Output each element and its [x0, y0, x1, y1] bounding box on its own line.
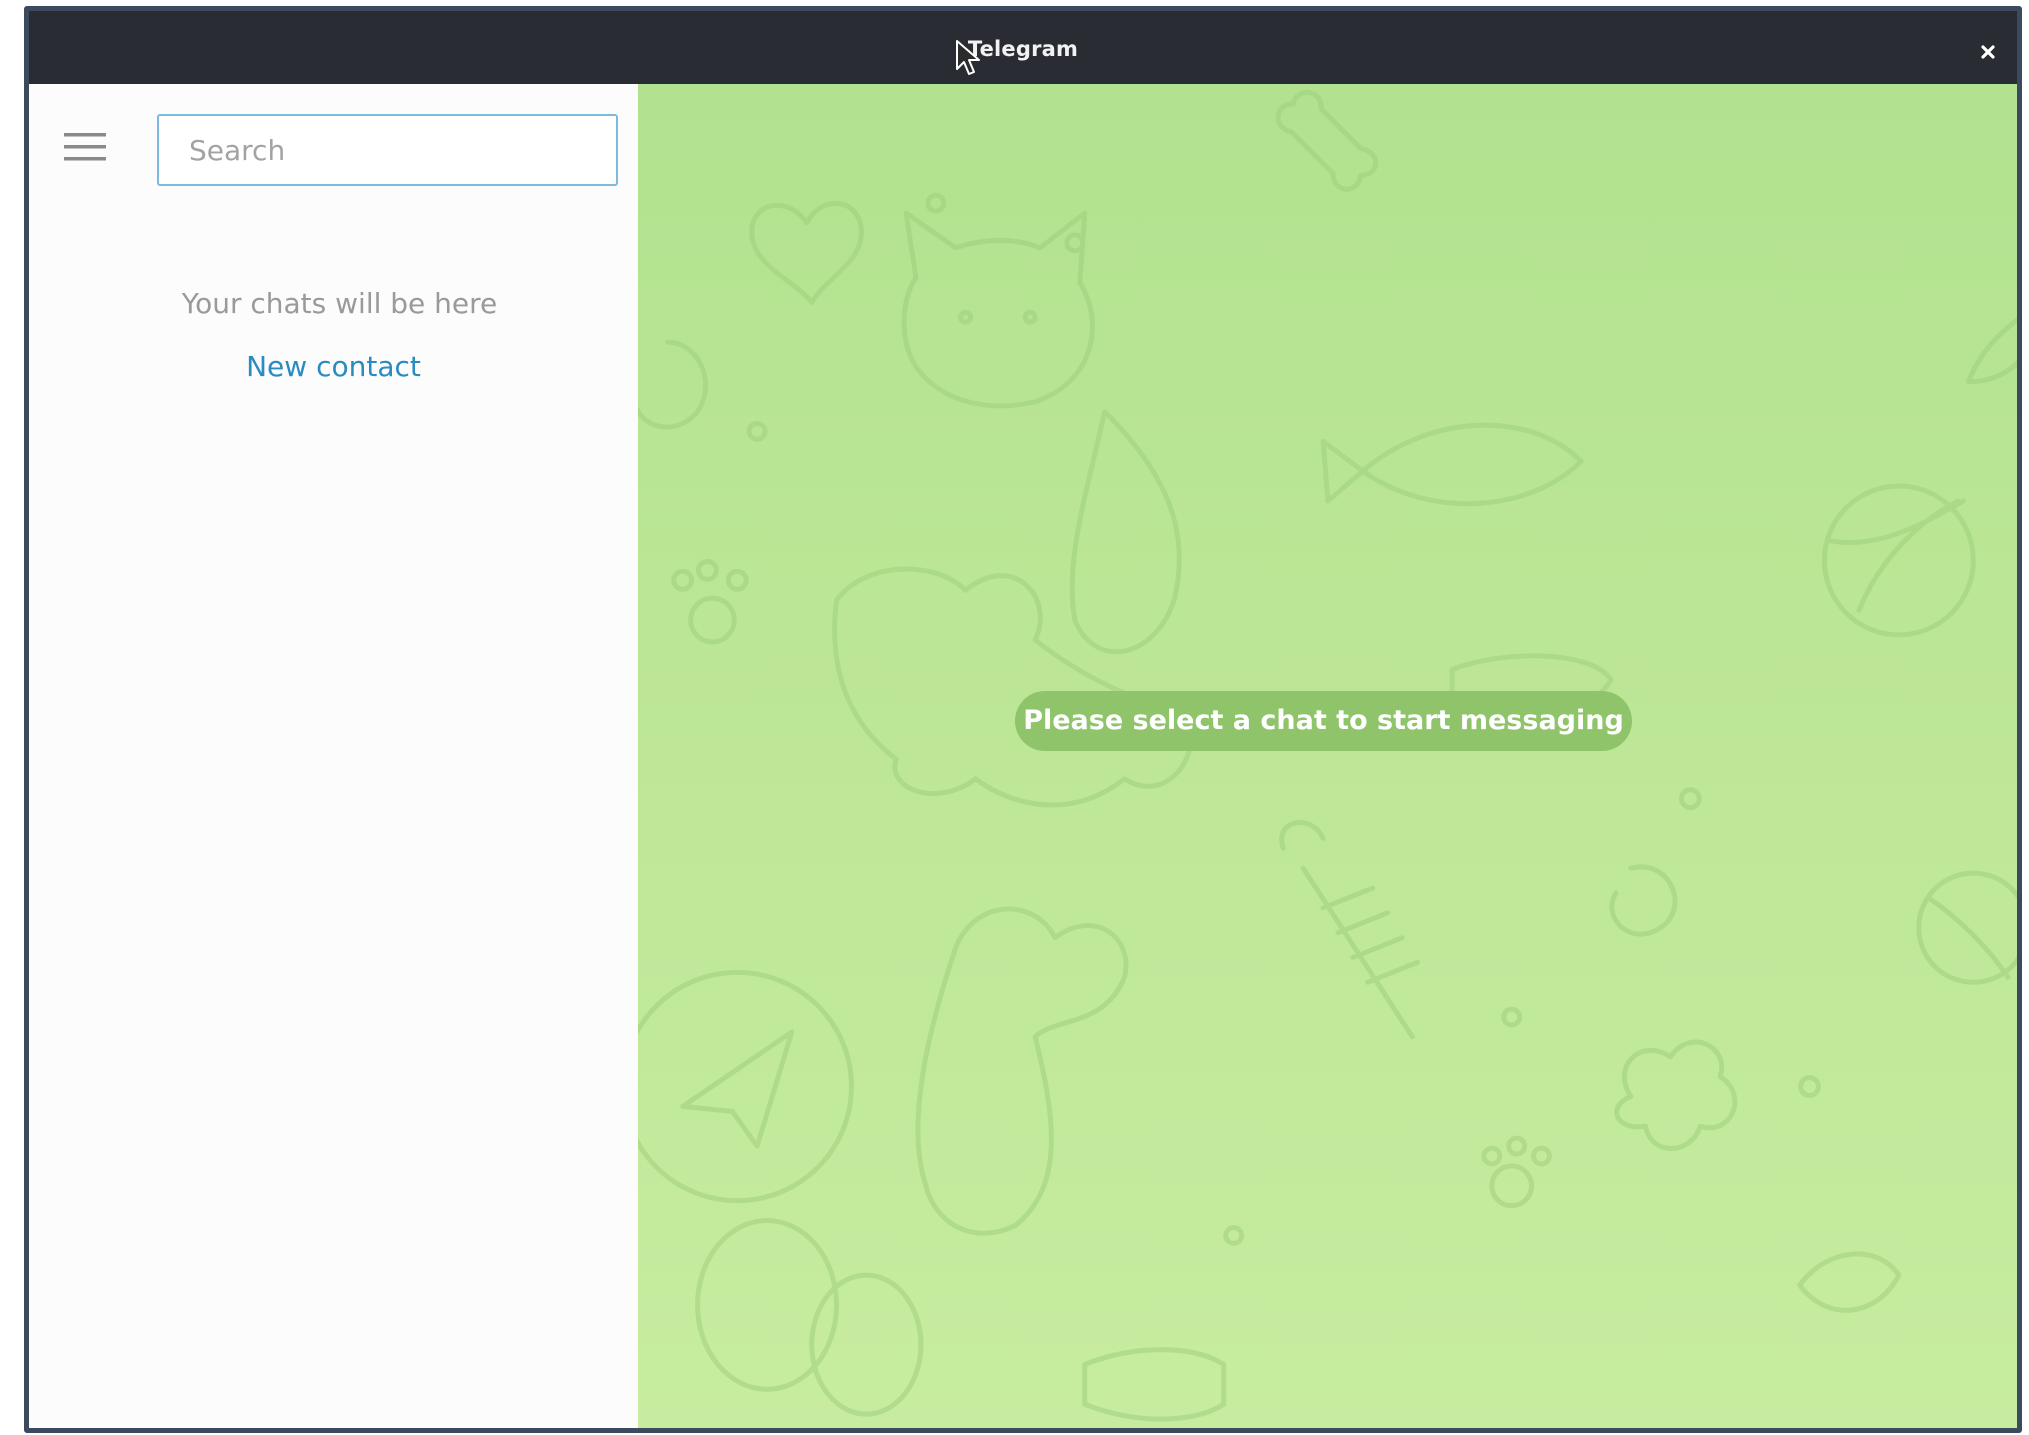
empty-chats-message: Your chats will be here [181, 287, 498, 320]
window-title: Telegram [967, 37, 1079, 61]
chat-area: Please select a chat to start messaging [638, 84, 2017, 1428]
close-icon[interactable] [1973, 37, 2003, 67]
doodle-background-pattern [638, 90, 2017, 1422]
title-bar[interactable]: Telegram [29, 11, 2017, 84]
mouse-pointer-icon [956, 40, 980, 75]
select-chat-hint: Please select a chat to start messaging [1015, 691, 1632, 751]
new-contact-link[interactable]: New contact [29, 350, 638, 383]
hamburger-menu-icon[interactable] [63, 128, 109, 166]
search-field[interactable] [157, 114, 618, 186]
screen: Telegram Your chats will be here New con… [0, 0, 2029, 1435]
chat-list-sidebar: Your chats will be here New contact [29, 84, 638, 1428]
search-input[interactable] [159, 116, 616, 184]
telegram-window: Telegram Your chats will be here New con… [24, 6, 2022, 1433]
